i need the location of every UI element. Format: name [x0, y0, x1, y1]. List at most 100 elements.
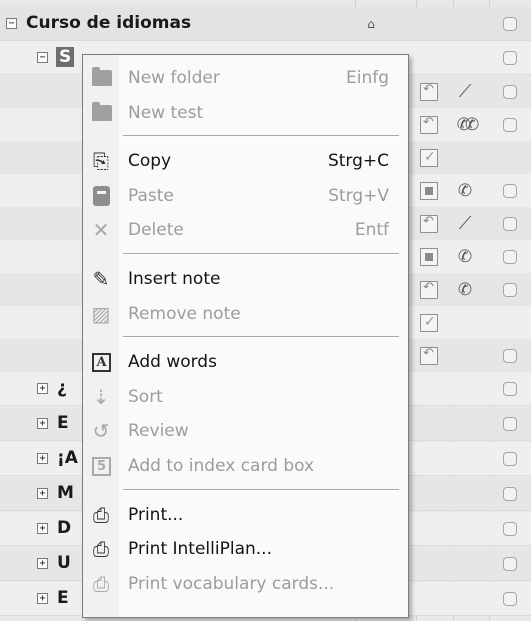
microphone-icon — [456, 215, 474, 233]
menu-separator — [123, 253, 399, 255]
menu-separator — [123, 135, 399, 138]
row-checkbox[interactable] — [503, 17, 517, 31]
add-words-icon: A — [89, 350, 113, 374]
menu-item-label: Sort — [128, 386, 163, 407]
lock-icon — [362, 15, 380, 33]
menu-item-shortcut: Strg+C — [327, 151, 389, 172]
menu-item-paste[interactable]: Paste Strg+V — [83, 178, 408, 212]
expand-icon[interactable]: + — [37, 558, 48, 569]
menu-item-copy[interactable]: ⎘ Copy Strg+C — [83, 143, 408, 177]
menu-item-label: Add to index card box — [128, 456, 315, 476]
menu-item-new-folder[interactable]: New folder Einfg — [83, 60, 408, 94]
menu-separator — [123, 336, 399, 339]
folder-icon — [89, 101, 113, 125]
collapse-icon[interactable]: − — [6, 18, 17, 29]
folder-icon — [89, 66, 113, 90]
check-icon — [420, 314, 438, 332]
menu-item-shortcut: Entf — [354, 220, 389, 241]
tree-folder-label[interactable]: E — [57, 413, 69, 433]
ear-icon — [456, 248, 474, 266]
note-icon: ✎ — [92, 267, 110, 291]
menu-item-label: Remove note — [128, 303, 241, 324]
copy-icon: ⎘ — [93, 149, 109, 174]
row-checkbox[interactable] — [503, 452, 517, 466]
index-card-box-icon: 5 — [89, 454, 113, 478]
ear-icon — [456, 182, 474, 200]
menu-separator — [123, 488, 399, 491]
row-checkbox[interactable] — [503, 522, 517, 536]
printer-icon: ⎙ — [93, 537, 109, 562]
row-checkbox[interactable] — [503, 118, 517, 132]
menu-item-delete[interactable]: ✕ Delete Entf — [83, 212, 408, 246]
expand-icon[interactable]: + — [37, 453, 48, 464]
printer-icon: ⎙ — [93, 571, 109, 596]
expand-icon[interactable]: + — [37, 523, 48, 534]
remove-note-icon: ▨ — [91, 301, 111, 326]
row-checkbox[interactable] — [503, 557, 517, 571]
menu-item-print[interactable]: ⎙ Print... — [83, 497, 408, 531]
row-checkbox[interactable] — [503, 250, 517, 264]
tree-folder-label[interactable]: E — [57, 588, 69, 608]
menu-item-label: Paste — [128, 185, 174, 206]
tree-root-label[interactable]: Curso de idiomas — [26, 13, 191, 33]
expand-icon[interactable]: + — [37, 593, 48, 604]
tree-folder-label[interactable]: ¡A — [57, 448, 78, 468]
row-checkbox[interactable] — [503, 592, 517, 606]
tree-folder-label[interactable]: U — [57, 553, 71, 573]
ear-icon — [456, 281, 474, 299]
menu-item-add-to-index-card-box[interactable]: 5 Add to index card box — [83, 448, 408, 482]
menu-item-print-intelliplan[interactable]: ⎙ Print IntelliPlan... — [83, 531, 408, 565]
row-checkbox[interactable] — [503, 349, 517, 363]
context-menu: New folder Einfg New test ⎘ Copy Strg+C Paste S… — [82, 54, 409, 618]
row-checkbox[interactable] — [503, 487, 517, 501]
import-icon — [420, 346, 438, 365]
import-icon — [420, 82, 438, 101]
menu-item-shortcut: Einfg — [345, 68, 389, 88]
paste-icon — [89, 184, 113, 208]
tree-selected-label[interactable]: S — [56, 47, 75, 67]
row-checkbox[interactable] — [503, 184, 517, 198]
menu-item-new-test[interactable]: New test — [83, 95, 408, 129]
menu-item-label: New folder — [128, 68, 220, 88]
menu-item-remove-note[interactable]: ▨ Remove note — [83, 296, 408, 330]
row-checkbox[interactable] — [503, 283, 517, 297]
tree-row-root[interactable]: − Curso de idiomas — [0, 7, 531, 41]
collapse-icon[interactable]: − — [37, 52, 48, 63]
row-checkbox[interactable] — [503, 382, 517, 396]
printer-icon: ⎙ — [93, 502, 109, 527]
menu-item-label: Copy — [128, 151, 172, 172]
row-checkbox[interactable] — [503, 417, 517, 431]
row-checkbox[interactable] — [503, 217, 517, 231]
tree-folder-label[interactable]: D — [57, 518, 71, 538]
tree-folder-label[interactable]: M — [57, 483, 74, 503]
delete-icon: ✕ — [92, 218, 110, 243]
row-checkbox[interactable] — [503, 85, 517, 99]
menu-item-print-vocabulary-cards[interactable]: ⎙ Print vocabulary cards... — [83, 566, 408, 600]
microphone-icon — [456, 83, 474, 101]
menu-item-label: Insert note — [128, 269, 221, 289]
menu-item-add-words[interactable]: A Add words — [83, 344, 408, 378]
menu-item-label: Print IntelliPlan... — [128, 539, 272, 560]
menu-item-label: Add words — [128, 352, 217, 373]
menu-item-shortcut: Strg+V — [328, 185, 389, 206]
menu-item-insert-note[interactable]: ✎ Insert note — [83, 261, 408, 295]
review-icon: ↺ — [92, 419, 110, 444]
sort-icon: ⇣ — [92, 384, 110, 409]
import-icon — [420, 115, 438, 134]
ears-icon — [456, 116, 474, 134]
row-checkbox[interactable] — [503, 51, 517, 65]
menu-item-label: Review — [128, 421, 189, 442]
gray-box-icon — [420, 182, 438, 200]
menu-item-label: New test — [128, 102, 204, 123]
expand-icon[interactable]: + — [37, 418, 48, 429]
gray-box-icon — [420, 248, 438, 266]
menu-item-label: Print vocabulary cards... — [128, 573, 335, 594]
check-icon — [420, 149, 438, 167]
expand-icon[interactable]: + — [37, 383, 48, 394]
menu-item-review[interactable]: ↺ Review — [83, 413, 408, 447]
menu-item-label: Print... — [128, 504, 184, 525]
import-icon — [420, 280, 438, 299]
tree-folder-label[interactable]: ¿ — [57, 378, 67, 398]
menu-item-sort[interactable]: ⇣ Sort — [83, 379, 408, 413]
expand-icon[interactable]: + — [37, 488, 48, 499]
